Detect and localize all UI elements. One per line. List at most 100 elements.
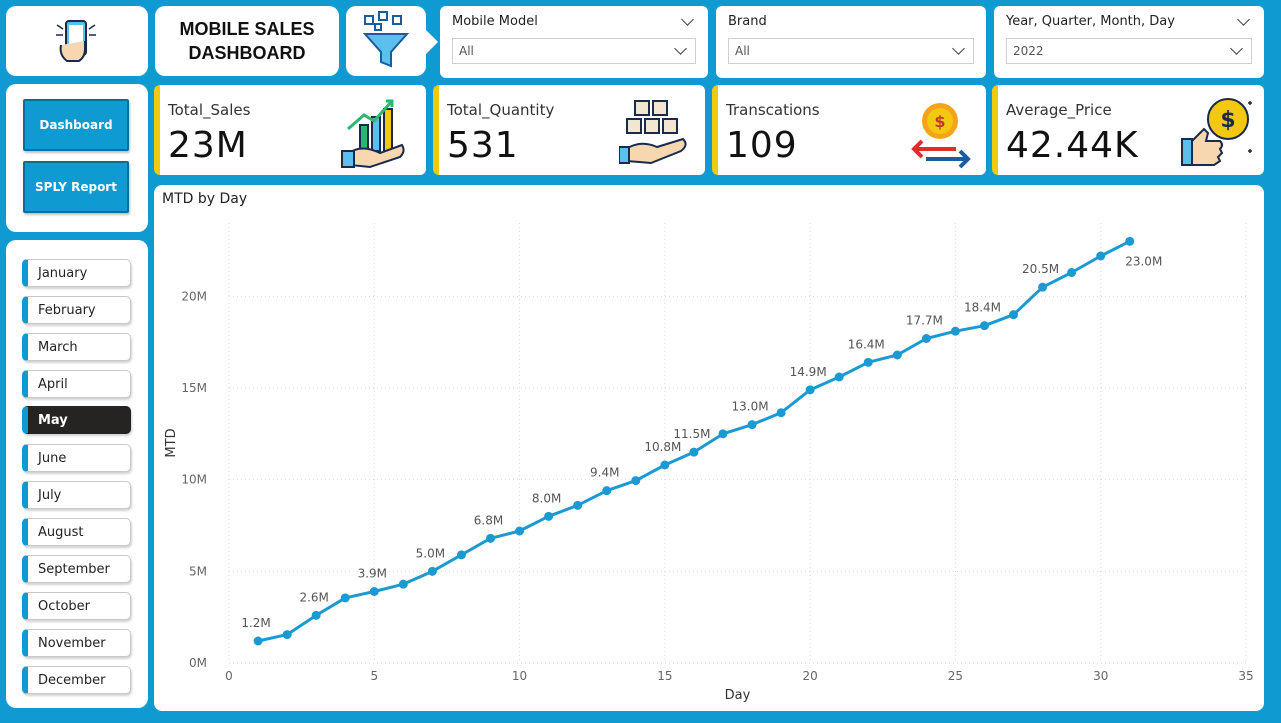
y-tick-label: 15M <box>181 381 207 395</box>
data-point <box>1067 268 1077 277</box>
sply-report-button[interactable]: SPLY Report <box>23 161 129 213</box>
data-point <box>515 526 525 536</box>
month-december[interactable]: December <box>22 666 131 694</box>
data-point <box>369 587 379 596</box>
kpi-total-quantity: Total_Quantity 531 <box>433 85 705 175</box>
smartphone-hand-icon <box>56 20 96 62</box>
chevron-down-icon <box>674 42 687 55</box>
dropdown-value: All <box>459 44 474 58</box>
data-label: 23.0M <box>1125 254 1162 268</box>
kpi-label: Transcations <box>726 101 820 119</box>
month-february[interactable]: February <box>22 296 131 324</box>
slicer-label: Year, Quarter, Month, Day <box>1006 14 1175 29</box>
filter-icon-panel <box>346 6 426 76</box>
kpi-total-sales: Total_Sales 23M <box>154 85 426 175</box>
nav-panel: Dashboard SPLY Report <box>6 84 148 232</box>
data-label: 17.7M <box>906 314 943 328</box>
slicer-date[interactable]: Year, Quarter, Month, Day 2022 <box>994 6 1264 78</box>
data-label: 13.0M <box>731 400 768 414</box>
month-november[interactable]: November <box>22 629 131 657</box>
chevron-down-icon[interactable] <box>681 12 694 26</box>
kpi-transactions: Transcations 109 $ <box>712 85 986 175</box>
svg-text:$: $ <box>934 112 945 131</box>
data-label: 8.0M <box>532 491 561 505</box>
x-tick-label: 30 <box>1093 669 1108 683</box>
month-march[interactable]: March <box>22 333 131 361</box>
mtd-chart-panel: MTD by Day 0 5 10 15 20 25 30 35 0M 5M 10M 15M 20M Da… <box>154 185 1264 711</box>
dropdown-value: All <box>735 44 750 58</box>
data-label: 3.9M <box>358 567 387 581</box>
dashboard-title: MOBILE SALES DASHBOARD <box>179 17 314 65</box>
mtd-line-chart: 0 5 10 15 20 25 30 35 0M 5M 10M 15M 20M Day MTD 1.2M 2.6… <box>164 223 1254 703</box>
data-point <box>602 486 612 496</box>
brand-dropdown[interactable]: All <box>728 38 974 64</box>
month-august[interactable]: August <box>22 518 131 546</box>
data-label: 10.8M <box>644 440 681 454</box>
date-dropdown[interactable]: 2022 <box>1006 38 1252 64</box>
kpi-label: Total_Quantity <box>447 101 555 119</box>
month-june[interactable]: June <box>22 444 131 472</box>
thumbs-up-dollar-icon: $ <box>1181 98 1252 166</box>
data-point <box>1096 251 1106 261</box>
data-point <box>747 420 757 430</box>
data-point <box>1009 310 1019 320</box>
data-label: 9.4M <box>590 466 619 480</box>
month-may[interactable]: May <box>22 406 131 434</box>
data-point <box>689 447 699 457</box>
kpi-average-price: Average_Price 42.44K $ <box>992 85 1264 175</box>
slicer-mobile-model[interactable]: Mobile Model All <box>440 6 708 78</box>
data-label: 6.8M <box>474 513 503 527</box>
sales-growth-icon <box>341 99 405 169</box>
data-label: 14.9M <box>790 365 827 379</box>
y-tick-label: 5M <box>189 564 207 578</box>
data-label: 5.0M <box>416 546 445 560</box>
funnel-filter-icon <box>362 11 410 68</box>
data-label: 16.4M <box>848 337 885 351</box>
data-point <box>863 357 873 367</box>
data-point <box>398 579 408 589</box>
kpi-value: 109 <box>726 125 798 166</box>
data-point <box>311 610 321 620</box>
slicer-brand[interactable]: Brand All <box>716 6 986 78</box>
y-tick-label: 0M <box>189 656 207 670</box>
data-point <box>805 385 815 395</box>
data-point <box>253 636 263 646</box>
data-point <box>340 593 350 603</box>
month-september[interactable]: September <box>22 555 131 583</box>
month-april[interactable]: April <box>22 370 131 398</box>
chevron-down-icon <box>1230 42 1243 55</box>
svg-text:$: $ <box>1220 108 1235 133</box>
boxes-hand-icon <box>619 100 687 165</box>
month-october[interactable]: October <box>22 592 131 620</box>
kpi-value: 42.44K <box>1006 125 1139 166</box>
month-january[interactable]: January <box>22 259 131 287</box>
title-line-2: DASHBOARD <box>188 43 306 63</box>
coin-exchange-icon: $ <box>911 103 971 169</box>
data-point <box>892 350 902 360</box>
x-tick-label: 20 <box>803 669 818 683</box>
data-point <box>718 429 728 439</box>
x-tick-label: 25 <box>948 669 963 683</box>
chevron-down-icon[interactable] <box>1237 12 1250 26</box>
data-point <box>1125 236 1135 246</box>
filter-arrow <box>424 28 438 56</box>
mobile-model-dropdown[interactable]: All <box>452 38 696 64</box>
dashboard-button[interactable]: Dashboard <box>23 99 129 151</box>
x-axis-label: Day <box>725 688 751 703</box>
data-point <box>282 630 292 640</box>
data-label: 20.5M <box>1022 262 1059 276</box>
month-july[interactable]: July <box>22 481 131 509</box>
data-point <box>776 408 786 418</box>
data-point <box>456 550 466 560</box>
logo-panel <box>6 6 148 76</box>
chart-title: MTD by Day <box>162 191 248 207</box>
title-line-1: MOBILE SALES <box>179 19 315 39</box>
data-label: 18.4M <box>964 301 1001 315</box>
data-point <box>486 533 496 543</box>
x-tick-label: 5 <box>370 669 378 683</box>
slicer-label: Mobile Model <box>452 14 538 29</box>
y-axis-label: MTD <box>164 428 179 457</box>
x-tick-label: 0 <box>225 669 233 683</box>
data-label: 2.6M <box>299 590 328 604</box>
y-tick-label: 20M <box>181 289 207 303</box>
